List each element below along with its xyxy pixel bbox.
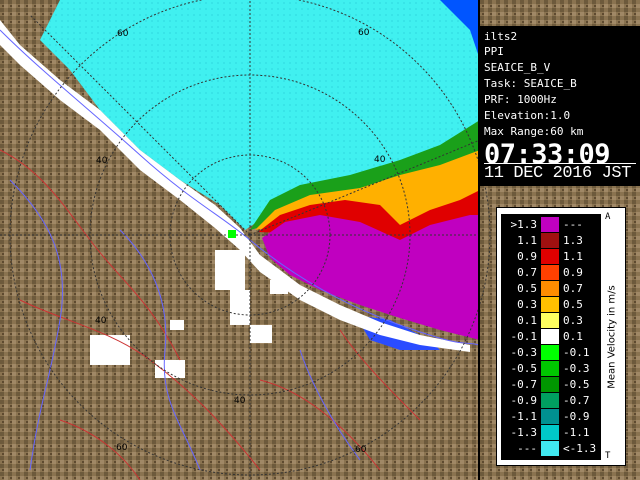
legend-color-swatch <box>541 265 559 280</box>
max-range-value: Max Range:60 km <box>484 125 584 138</box>
legend-lower-value: 0.3 <box>517 298 537 311</box>
legend-upper-value: 0.9 <box>563 266 583 279</box>
legend-color-swatch <box>541 361 559 376</box>
legend-row: -0.3 -0.1 <box>501 345 601 360</box>
legend-row: -0.9 -0.7 <box>501 393 601 408</box>
legend-upper-value: 0.1 <box>563 330 583 343</box>
legend-lower-value: -0.5 <box>510 362 538 375</box>
legend-lower-value: -0.7 <box>510 378 538 391</box>
svg-text:40: 40 <box>234 396 246 406</box>
legend-lower-value: -0.3 <box>510 346 538 359</box>
legend-lower-value: -0.1 <box>510 330 538 343</box>
svg-text:60: 60 <box>117 29 129 39</box>
radar-site-marker <box>228 230 236 238</box>
legend-color-swatch <box>541 409 559 424</box>
legend-upper-value: -0.1 <box>563 346 590 359</box>
legend-upper-value: -0.5 <box>563 378 590 391</box>
task-name: Task: SEAICE_B <box>484 77 577 90</box>
legend-lower-value: 0.7 <box>517 266 537 279</box>
legend-color-swatch <box>541 377 559 392</box>
station-name: ilts2 <box>484 30 518 43</box>
legend-row: 0.1 0.3 <box>501 313 601 328</box>
legend-row: -1.3 -1.1 <box>501 425 601 440</box>
legend-lower-value: --- <box>517 442 537 455</box>
legend-lower-value: >1.3 <box>510 218 538 231</box>
legend-color-swatch <box>541 297 559 312</box>
legend-color-swatch <box>541 233 559 248</box>
legend-row: -0.7 -0.5 <box>501 377 601 392</box>
legend-lower-value: 1.1 <box>517 234 537 247</box>
legend-row: >1.3 --- <box>501 217 601 232</box>
legend-lower-value: -0.9 <box>510 394 538 407</box>
legend-upper-value: --- <box>563 218 583 231</box>
legend-upper-value: -0.3 <box>563 362 590 375</box>
svg-text:60: 60 <box>116 443 128 453</box>
legend-row: 0.3 0.5 <box>501 297 601 312</box>
legend-row: --- <-1.3 <box>501 441 601 456</box>
svg-text:40: 40 <box>95 316 107 326</box>
scan-date: 11 DEC 2016 JST <box>484 163 636 183</box>
legend-upper-value: -1.1 <box>563 426 590 439</box>
legend-lower-value: 0.9 <box>517 250 537 263</box>
legend-lower-value: -1.3 <box>510 426 538 439</box>
info-panel: ilts2 PPI SEAICE_B_V Task: SEAICE_B PRF:… <box>480 26 640 186</box>
legend-color-swatch <box>541 441 559 456</box>
svg-text:40: 40 <box>374 155 386 165</box>
legend-color-swatch <box>541 345 559 360</box>
legend-bottom-mark: T <box>605 451 611 461</box>
velocity-legend: >1.3 --- 1.1 1.3 0.9 1.1 0.7 0.9 0.5 0.7 0.3 0.5 0.1… <box>496 207 626 466</box>
legend-color-swatch <box>541 281 559 296</box>
elevation-value: Elevation:1.0 <box>484 109 571 122</box>
product-name: SEAICE_B_V <box>484 61 551 74</box>
legend-lower-value: 0.5 <box>517 282 537 295</box>
product-type: PPI <box>484 45 504 58</box>
svg-text:40: 40 <box>96 156 108 166</box>
legend-row: 0.9 1.1 <box>501 249 601 264</box>
legend-color-swatch <box>541 393 559 408</box>
legend-upper-value: -0.7 <box>563 394 590 407</box>
legend-upper-value: -0.9 <box>563 410 590 423</box>
legend-upper-value: 1.3 <box>563 234 583 247</box>
legend-row: 0.7 0.9 <box>501 265 601 280</box>
legend-upper-value: 0.3 <box>563 314 583 327</box>
legend-color-swatch <box>541 425 559 440</box>
legend-title-container: Mean Velocity in m/s <box>603 214 621 460</box>
legend-upper-value: <-1.3 <box>563 442 597 455</box>
legend-upper-value: 1.1 <box>563 250 583 263</box>
legend-row: -0.1 0.1 <box>501 329 601 344</box>
legend-color-swatch <box>541 217 559 232</box>
legend-color-swatch <box>541 329 559 344</box>
legend-scale: >1.3 --- 1.1 1.3 0.9 1.1 0.7 0.9 0.5 0.7 0.3 0.5 0.1… <box>501 214 601 460</box>
legend-color-swatch <box>541 249 559 264</box>
legend-row: -1.1 -0.9 <box>501 409 601 424</box>
legend-row: 0.5 0.7 <box>501 281 601 296</box>
prf-value: PRF: 1000Hz <box>484 93 557 106</box>
legend-lower-value: -1.1 <box>510 410 538 423</box>
legend-title: Mean Velocity in m/s <box>606 285 618 389</box>
legend-row: 1.1 1.3 <box>501 233 601 248</box>
svg-text:60: 60 <box>355 445 367 455</box>
legend-row: -0.5 -0.3 <box>501 361 601 376</box>
svg-text:60: 60 <box>358 28 370 38</box>
legend-upper-value: 0.5 <box>563 298 583 311</box>
legend-lower-value: 0.1 <box>517 314 537 327</box>
legend-color-swatch <box>541 313 559 328</box>
legend-upper-value: 0.7 <box>563 282 583 295</box>
